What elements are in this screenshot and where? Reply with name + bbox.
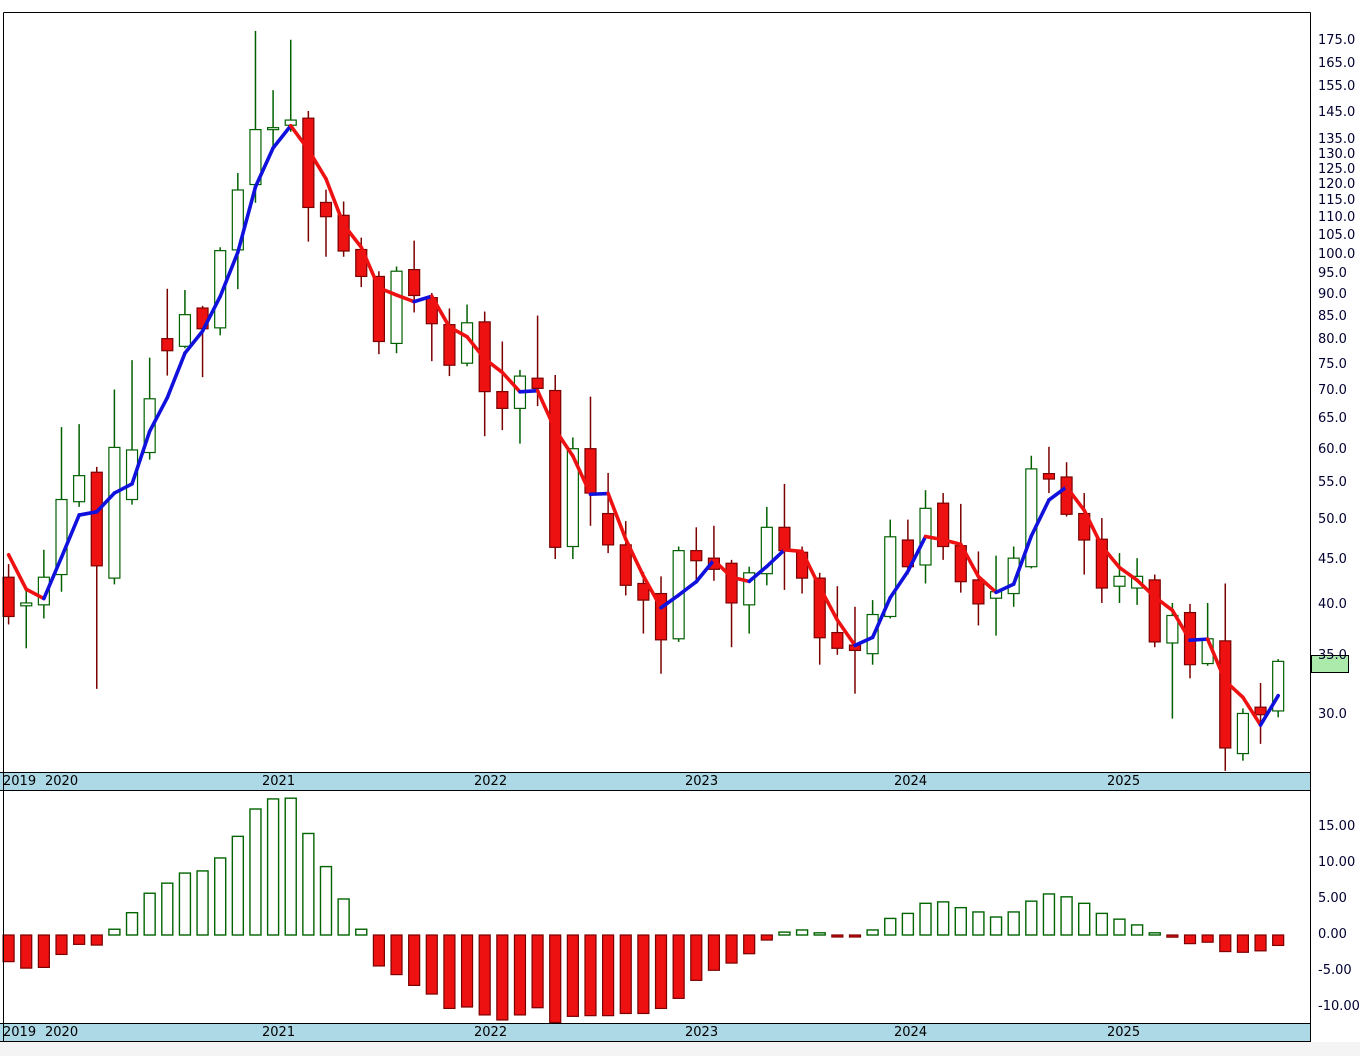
price-axis-label: 105.0 bbox=[1318, 228, 1356, 244]
price-axis-label: 80.0 bbox=[1318, 332, 1347, 348]
price-axis-label: 90.0 bbox=[1318, 287, 1347, 303]
price-axis-label: 135.0 bbox=[1318, 132, 1356, 148]
footer-strip bbox=[0, 1042, 1360, 1056]
macd-axis-label: 0.00 bbox=[1318, 927, 1347, 942]
macd-axis-label: 15.00 bbox=[1318, 819, 1356, 834]
stock-chart-page: 2019 2020 2021 2022 2023 2024 2025 2019 2020 202… bbox=[0, 0, 1360, 1056]
price-axis-label: 165.0 bbox=[1318, 55, 1356, 71]
price-axis-label: 30.0 bbox=[1318, 706, 1347, 722]
price-axis-label: 155.0 bbox=[1318, 79, 1356, 95]
macd-axis-label: -10.00 bbox=[1318, 999, 1360, 1014]
price-axis-label: 100.0 bbox=[1318, 246, 1356, 262]
price-axis-label: 40.0 bbox=[1318, 596, 1347, 612]
price-axis-label: 95.0 bbox=[1318, 266, 1347, 282]
price-axis-label: 115.0 bbox=[1318, 193, 1356, 209]
price-axis-label: 85.0 bbox=[1318, 308, 1347, 324]
price-axis-label: 65.0 bbox=[1318, 411, 1347, 427]
price-axis-label: 55.0 bbox=[1318, 475, 1347, 491]
price-axis-label: 110.0 bbox=[1318, 210, 1356, 226]
price-axis-label: 35.0 bbox=[1318, 647, 1347, 663]
price-axis-label: 45.0 bbox=[1318, 551, 1347, 567]
price-axis-label: 125.0 bbox=[1318, 161, 1356, 177]
price-axis-label: 120.0 bbox=[1318, 177, 1356, 193]
price-axis-label: 50.0 bbox=[1318, 511, 1347, 527]
price-axis-label: 145.0 bbox=[1318, 104, 1356, 120]
candlestick-macd-chart bbox=[2, 12, 1311, 1042]
macd-axis-label: -5.00 bbox=[1318, 963, 1352, 978]
price-axis-label: 60.0 bbox=[1318, 441, 1347, 457]
price-axis-label: 70.0 bbox=[1318, 383, 1347, 399]
price-axis-label: 175.0 bbox=[1318, 33, 1356, 49]
price-axis-label: 130.0 bbox=[1318, 146, 1356, 162]
macd-axis-label: 5.00 bbox=[1318, 891, 1347, 906]
price-axis-label: 75.0 bbox=[1318, 356, 1347, 372]
macd-axis-label: 10.00 bbox=[1318, 855, 1356, 870]
